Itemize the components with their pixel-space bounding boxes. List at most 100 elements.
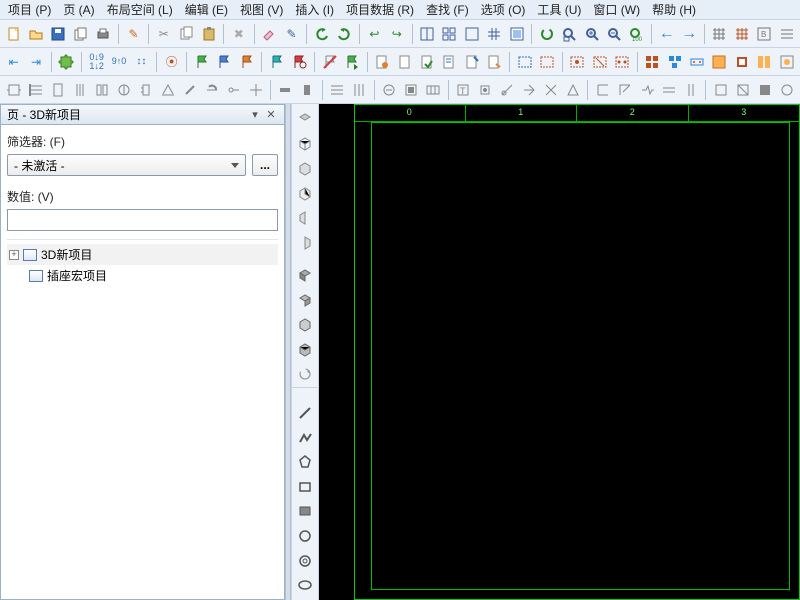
comp31-icon[interactable] xyxy=(711,79,730,101)
flag-clear-icon[interactable] xyxy=(320,51,339,73)
open-icon[interactable] xyxy=(26,23,45,45)
sort-asc-icon[interactable]: 0↓91↓2 xyxy=(87,51,106,73)
menu-window[interactable]: 窗口 (W) xyxy=(589,0,644,19)
comp1-icon[interactable] xyxy=(4,79,23,101)
panel-dropdown-icon[interactable]: ▾ xyxy=(248,108,262,122)
doc3-icon[interactable] xyxy=(417,51,436,73)
comp19-icon[interactable] xyxy=(424,79,443,101)
menu-edit[interactable]: 编辑 (E) xyxy=(181,0,232,19)
cube-top-icon[interactable] xyxy=(294,108,316,130)
nav-fwd-icon[interactable]: ↪ xyxy=(387,23,406,45)
doc4-icon[interactable] xyxy=(440,51,459,73)
filter-combo[interactable]: - 未激活 - xyxy=(7,154,246,176)
comp7-icon[interactable] xyxy=(136,79,155,101)
draw-ring-icon[interactable] xyxy=(294,550,316,572)
sel1-icon[interactable] xyxy=(515,51,534,73)
new-icon[interactable] xyxy=(4,23,23,45)
draw-rect-fill-icon[interactable] xyxy=(294,501,316,523)
comp9-icon[interactable] xyxy=(180,79,199,101)
window-max-icon[interactable] xyxy=(462,23,481,45)
comp20-icon[interactable]: T xyxy=(453,79,472,101)
group6-icon[interactable] xyxy=(754,51,773,73)
refresh-icon[interactable] xyxy=(537,23,556,45)
comp21-icon[interactable] xyxy=(475,79,494,101)
comp25-icon[interactable] xyxy=(563,79,582,101)
copy-page-icon[interactable] xyxy=(71,23,90,45)
zoom-100-icon[interactable]: 100 xyxy=(627,23,646,45)
doc5-icon[interactable] xyxy=(462,51,481,73)
draw-ellipse-icon[interactable] xyxy=(294,574,316,596)
puzzle-icon[interactable] xyxy=(57,51,76,73)
comp23-icon[interactable] xyxy=(519,79,538,101)
print-icon[interactable] xyxy=(94,23,113,45)
arrow-left-icon[interactable]: ← xyxy=(657,23,676,45)
save-icon[interactable] xyxy=(49,23,68,45)
group3-icon[interactable] xyxy=(687,51,706,73)
comp24-icon[interactable] xyxy=(541,79,560,101)
flag-teal-icon[interactable] xyxy=(267,51,286,73)
comp14-icon[interactable] xyxy=(298,79,317,101)
brush-icon[interactable]: ✎ xyxy=(282,23,301,45)
window-tile-icon[interactable] xyxy=(440,23,459,45)
comp28-icon[interactable] xyxy=(637,79,656,101)
menu-options[interactable]: 选项 (O) xyxy=(477,0,530,19)
sel4-icon[interactable] xyxy=(590,51,609,73)
draw-line-icon[interactable] xyxy=(294,402,316,424)
redo-icon[interactable] xyxy=(334,23,353,45)
comp5-icon[interactable] xyxy=(92,79,111,101)
comp30-icon[interactable] xyxy=(681,79,700,101)
draw-polyline-icon[interactable] xyxy=(294,427,316,449)
comp2-icon[interactable] xyxy=(26,79,45,101)
comp4-icon[interactable] xyxy=(70,79,89,101)
rotate-icon[interactable] xyxy=(294,363,316,385)
sel3-icon[interactable] xyxy=(567,51,586,73)
grid-icon[interactable] xyxy=(485,23,504,45)
cube-side-icon[interactable] xyxy=(294,157,316,179)
solid3-icon[interactable] xyxy=(294,314,316,336)
copy-icon[interactable] xyxy=(176,23,195,45)
comp32-icon[interactable] xyxy=(733,79,752,101)
comp18-icon[interactable] xyxy=(402,79,421,101)
draw-rect-icon[interactable] xyxy=(294,476,316,498)
solid2-icon[interactable] xyxy=(294,289,316,311)
comp16-icon[interactable] xyxy=(350,79,369,101)
grid-snap1-icon[interactable] xyxy=(710,23,729,45)
group5-icon[interactable] xyxy=(732,51,751,73)
eraser-icon[interactable] xyxy=(259,23,278,45)
comp13-icon[interactable] xyxy=(276,79,295,101)
sort-icon[interactable]: ↕↕ xyxy=(132,51,151,73)
group1-icon[interactable] xyxy=(643,51,662,73)
flag-run-icon[interactable] xyxy=(342,51,361,73)
comp15-icon[interactable] xyxy=(328,79,347,101)
menu-page[interactable]: 页 (A) xyxy=(59,0,98,19)
align-icon[interactable]: ⦿ xyxy=(162,51,181,73)
arrow-right-icon[interactable]: → xyxy=(679,23,698,45)
paste-icon[interactable] xyxy=(199,23,218,45)
tree-expand-icon[interactable]: + xyxy=(9,250,19,260)
comp17-icon[interactable] xyxy=(380,79,399,101)
menu-tools[interactable]: 工具 (U) xyxy=(533,0,585,19)
solid1-icon[interactable] xyxy=(294,264,316,286)
doc1-icon[interactable] xyxy=(373,51,392,73)
flag-orange-icon[interactable] xyxy=(237,51,256,73)
comp22-icon[interactable] xyxy=(497,79,516,101)
grid-snap4-icon[interactable] xyxy=(777,23,796,45)
doc2-icon[interactable] xyxy=(395,51,414,73)
menu-find[interactable]: 查找 (F) xyxy=(422,0,473,19)
tree-row-child[interactable]: 插座宏项目 xyxy=(7,265,278,286)
comp3-icon[interactable] xyxy=(48,79,67,101)
filter-browse-button[interactable]: ... xyxy=(252,154,278,176)
zoom-window-icon[interactable] xyxy=(560,23,579,45)
nav-first-icon[interactable]: ⇤ xyxy=(4,51,23,73)
flag-green-icon[interactable] xyxy=(192,51,211,73)
flag-red-icon[interactable] xyxy=(290,51,309,73)
comp27-icon[interactable] xyxy=(615,79,634,101)
menu-project[interactable]: 项目 (P) xyxy=(4,0,55,19)
zoom-in-icon[interactable] xyxy=(582,23,601,45)
undo-icon[interactable] xyxy=(312,23,331,45)
delete-icon[interactable]: ✖ xyxy=(229,23,248,45)
grid-snap2-icon[interactable] xyxy=(732,23,751,45)
comp26-icon[interactable] xyxy=(593,79,612,101)
group2-icon[interactable] xyxy=(665,51,684,73)
comp33-icon[interactable] xyxy=(755,79,774,101)
